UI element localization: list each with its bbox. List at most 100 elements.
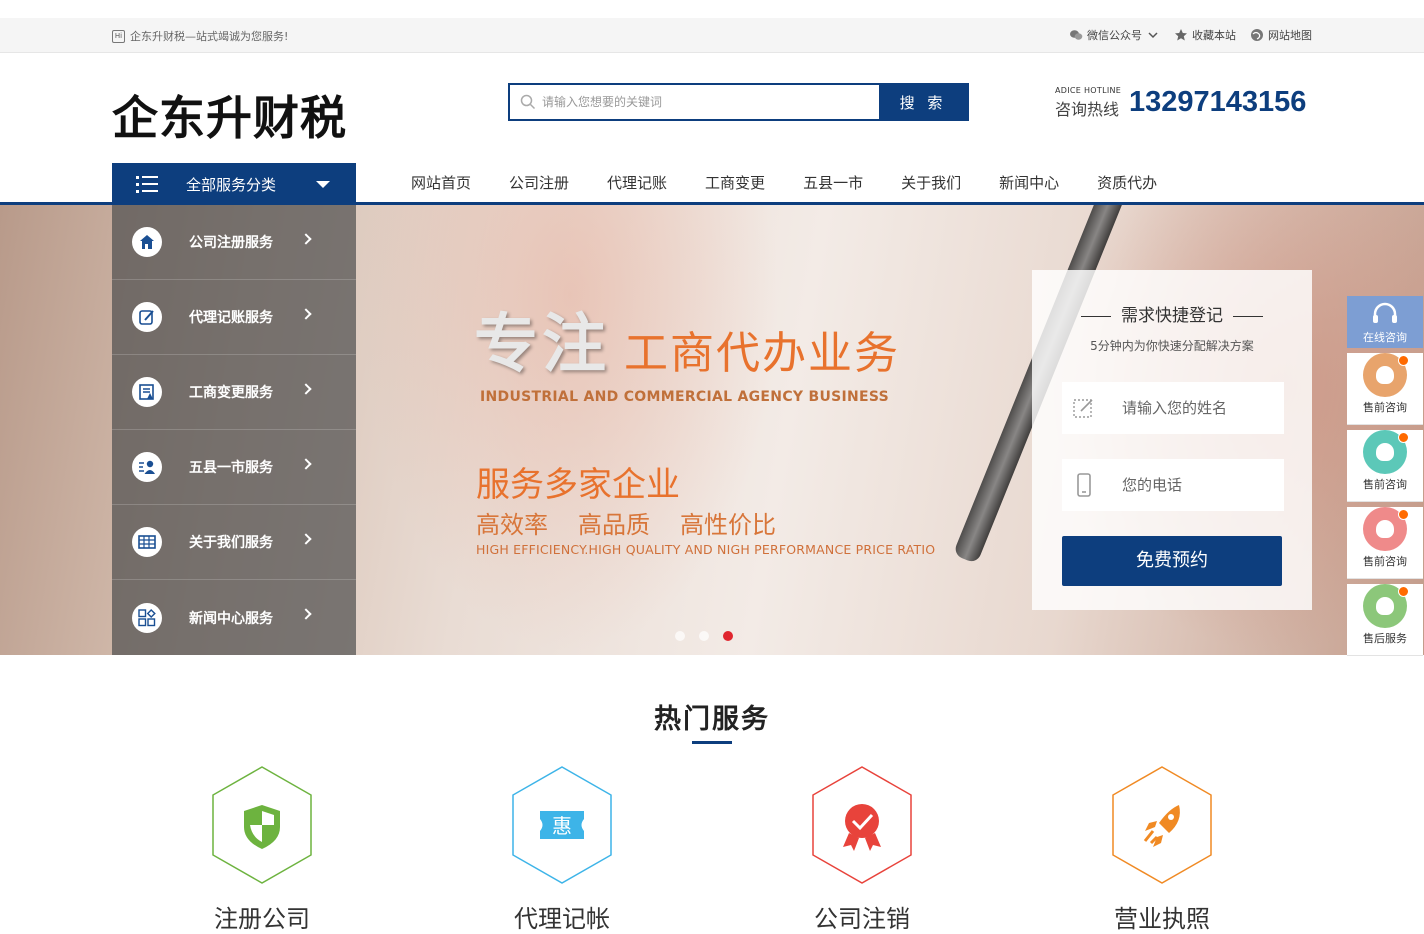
- chat-badge-icon: [1398, 432, 1409, 443]
- edit-form-icon: [1073, 399, 1093, 418]
- hot-service-label: 营业执照: [1114, 905, 1210, 933]
- phone-field-wrap: [1062, 459, 1284, 511]
- search-button[interactable]: 搜 索: [879, 85, 967, 119]
- name-input[interactable]: [1122, 399, 1272, 417]
- side-item-label: 新闻中心服务: [189, 610, 273, 627]
- side-item-label: 公司注册服务: [189, 235, 273, 251]
- agent-presales-2[interactable]: 售前咨询: [1347, 430, 1423, 502]
- agent-avatar: [1363, 353, 1409, 397]
- all-categories-label: 全部服务分类: [186, 175, 277, 194]
- nav-item-company-registration[interactable]: 公司注册: [490, 172, 588, 193]
- side-item-business-change[interactable]: 工商变更服务: [112, 355, 356, 430]
- side-item-label: 关于我们服务: [189, 535, 273, 551]
- slider-dot[interactable]: [675, 631, 685, 641]
- wechat-link[interactable]: 微信公众号: [1069, 27, 1160, 43]
- side-item-news[interactable]: 新闻中心服务: [112, 580, 356, 655]
- slider-dot-active[interactable]: [723, 631, 733, 641]
- search-bar: 搜 索: [508, 83, 969, 121]
- hot-services-title: 热门服务: [654, 704, 770, 735]
- chevron-down-icon: [1148, 32, 1158, 39]
- slider-dot[interactable]: [699, 631, 709, 641]
- agent-avatar: [1363, 584, 1409, 628]
- hotline-cn-label: 咨询热线: [1055, 100, 1120, 119]
- online-consult-label: 在线咨询: [1363, 331, 1407, 344]
- form-hint: 5分钟内为你快速分配解决方案: [1090, 339, 1254, 353]
- list-menu-icon: [136, 175, 158, 193]
- side-item-company-registration[interactable]: 公司注册服务: [112, 205, 356, 280]
- discount-icon: 惠: [512, 766, 612, 884]
- hot-service-bookkeeping[interactable]: 惠 代理记帐: [482, 765, 642, 934]
- agent-label: 售前咨询: [1363, 555, 1407, 568]
- chat-badge-icon: [1398, 355, 1409, 366]
- phone-input[interactable]: [1122, 476, 1272, 494]
- name-field-wrap: [1062, 382, 1284, 434]
- form-title: 需求快捷登记: [1032, 301, 1312, 326]
- chevron-right-icon: [300, 458, 312, 470]
- banner-features-en: HIGH EFFICIENCY.HIGH QUALITY AND NIGH PE…: [476, 542, 936, 557]
- chevron-right-icon: [300, 533, 312, 545]
- document-icon: [132, 377, 162, 407]
- nav-item-bookkeeping[interactable]: 代理记账: [588, 172, 686, 193]
- free-booking-button[interactable]: 免费预约: [1062, 536, 1282, 586]
- rocket-icon: [1112, 766, 1212, 884]
- title-line-right: [1233, 315, 1263, 317]
- welcome-message: Hi 企东升财税—站式竭诚为您服务!: [112, 28, 288, 44]
- nav-item-about[interactable]: 关于我们: [882, 172, 980, 193]
- banner-feature: 高性价比: [680, 511, 776, 539]
- agent-presales-3[interactable]: 售前咨询: [1347, 507, 1423, 579]
- all-categories-button[interactable]: 全部服务分类: [112, 163, 356, 205]
- hot-service-register-company[interactable]: 注册公司: [182, 765, 342, 934]
- building-icon: [132, 227, 162, 257]
- search-field-wrap: [510, 85, 879, 119]
- hotline-number[interactable]: 13297143156: [1129, 86, 1306, 119]
- service-category-menu: 公司注册服务 代理记账服务 工商变更服务 五县一市服务 关于我们服务 新闻中心服…: [112, 205, 356, 655]
- nav-item-five-counties[interactable]: 五县一市: [784, 172, 882, 193]
- edit-icon: [132, 302, 162, 332]
- side-item-label: 工商变更服务: [189, 385, 273, 401]
- agent-aftersales[interactable]: 售后服务: [1347, 584, 1423, 656]
- badge-icon: [812, 766, 912, 884]
- search-icon: [520, 94, 536, 110]
- nav-item-home[interactable]: 网站首页: [392, 172, 490, 193]
- top-links: 微信公众号 收藏本站 网站地图: [1069, 27, 1312, 43]
- search-input[interactable]: [542, 95, 842, 109]
- hotline: ADICE HOTLINE 咨询热线 13297143156: [1055, 86, 1306, 120]
- headset-icon: [1373, 302, 1397, 323]
- side-item-five-counties[interactable]: 五县一市服务: [112, 430, 356, 505]
- caret-down-icon: [316, 180, 331, 188]
- agent-presales-1[interactable]: 售前咨询: [1347, 353, 1423, 425]
- agent-avatar: [1363, 507, 1409, 551]
- agent-label: 售前咨询: [1363, 401, 1407, 414]
- svg-text:惠: 惠: [552, 814, 572, 838]
- online-consult-button[interactable]: 在线咨询: [1347, 296, 1423, 348]
- hot-services-underline: [692, 741, 732, 744]
- hot-service-deregistration[interactable]: 公司注销: [782, 765, 942, 934]
- banner-shade: [360, 205, 780, 655]
- top-bar: Hi 企东升财税—站式竭诚为您服务! 微信公众号 收藏本站 网站地图: [0, 18, 1424, 53]
- side-item-bookkeeping[interactable]: 代理记账服务: [112, 280, 356, 355]
- form-title-text: 需求快捷登记: [1121, 306, 1223, 326]
- hot-service-label: 公司注销: [814, 905, 910, 933]
- welcome-text: 企东升财税—站式竭诚为您服务!: [130, 30, 289, 43]
- shield-icon: [212, 766, 312, 884]
- side-item-about[interactable]: 关于我们服务: [112, 505, 356, 580]
- grid-icon: [132, 602, 162, 633]
- quick-registration-form: 需求快捷登记 5分钟内为你快速分配解决方案 免费预约: [1032, 270, 1312, 610]
- globe-icon: [1251, 29, 1263, 41]
- banner-feature: 高品质: [578, 511, 650, 539]
- star-icon: [1175, 29, 1187, 41]
- nav-item-business-change[interactable]: 工商变更: [686, 172, 784, 193]
- sitemap-link[interactable]: 网站地图: [1250, 27, 1312, 43]
- banner-title-en: INDUSTRIAL AND COMMERCIAL AGENCY BUSINES…: [480, 389, 890, 405]
- nav-item-news[interactable]: 新闻中心: [980, 172, 1078, 193]
- site-logo[interactable]: 企东升财税: [112, 82, 347, 148]
- banner-features: 高效率 高品质 高性价比: [476, 505, 776, 540]
- chevron-right-icon: [300, 608, 312, 620]
- hot-service-business-license[interactable]: 营业执照: [1082, 765, 1242, 934]
- nav-item-qualification[interactable]: 资质代办: [1078, 172, 1176, 193]
- title-line-left: [1081, 315, 1111, 317]
- hotline-en-label: ADICE HOTLINE: [1055, 86, 1122, 95]
- bookmark-link[interactable]: 收藏本站: [1174, 27, 1236, 43]
- table-icon: [132, 527, 162, 557]
- main-nav: 网站首页 公司注册 代理记账 工商变更 五县一市 关于我们 新闻中心 资质代办: [392, 172, 1176, 193]
